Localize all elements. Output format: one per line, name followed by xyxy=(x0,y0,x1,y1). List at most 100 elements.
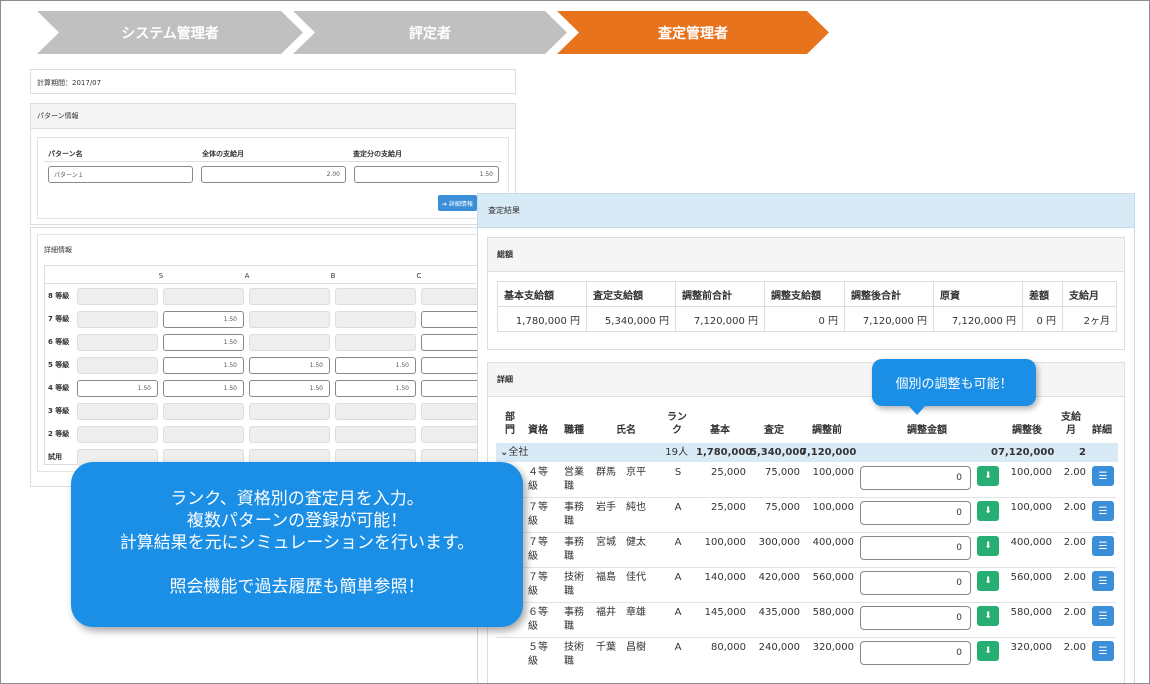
step-evaluator[interactable]: 評定者 xyxy=(293,11,567,54)
summary-header: 支給月 xyxy=(1062,281,1117,307)
screenshot-frame: システム管理者 評定者 査定管理者 計算期間：2017/07 パターン情報 パタ… xyxy=(0,0,1150,684)
grid-cell[interactable] xyxy=(77,311,158,328)
grid-cell[interactable]: 1.50 xyxy=(77,380,158,397)
list-icon[interactable]: ☰ xyxy=(1092,501,1114,521)
row-month: 2.00 xyxy=(1063,642,1086,653)
row-grade: ６等級 xyxy=(528,607,548,632)
grid-cell[interactable] xyxy=(249,426,330,443)
grid-cell[interactable] xyxy=(335,403,416,420)
summary-value: 5,340,000 円 xyxy=(586,306,676,332)
list-icon[interactable]: ☰ xyxy=(1092,606,1114,626)
row-post: 400,000 xyxy=(1010,537,1052,548)
row-post: 100,000 xyxy=(1010,467,1052,478)
summary-table: 基本支給額 査定支給額 調整前合計 調整支給額 調整後合計 原資 差額 支給月 … xyxy=(497,281,1117,332)
group-pre: 7,120,000 xyxy=(800,447,857,458)
col-pattern-name: パターン名 xyxy=(48,150,83,158)
step-system-admin[interactable]: システム管理者 xyxy=(37,11,303,54)
summary-header: 原資 xyxy=(933,281,1023,307)
row-name: 群馬 京平 xyxy=(596,467,646,478)
detail-info-button[interactable]: ➔ 詳細情報 xyxy=(438,195,477,211)
grid-cell[interactable] xyxy=(77,334,158,351)
row-rank: A xyxy=(674,642,682,653)
pattern-name-input[interactable]: パターン１ xyxy=(48,166,193,183)
list-icon[interactable]: ☰ xyxy=(1092,571,1114,591)
row-job: 事務職 xyxy=(564,502,584,527)
adjust-input[interactable]: 0 xyxy=(860,571,971,595)
row-assess: 300,000 xyxy=(758,537,800,548)
row-base: 100,000 xyxy=(704,537,746,548)
download-icon[interactable]: ⬇ xyxy=(977,536,999,556)
download-icon[interactable]: ⬇ xyxy=(977,501,999,521)
grid-cell[interactable] xyxy=(77,403,158,420)
adjust-input[interactable]: 0 xyxy=(860,536,971,560)
header-pre: 調整前 xyxy=(812,425,842,436)
grid-cell[interactable] xyxy=(335,288,416,305)
grid-cell[interactable] xyxy=(335,426,416,443)
grid-cell[interactable] xyxy=(249,403,330,420)
row-post: 580,000 xyxy=(1010,607,1052,618)
grid-cell[interactable]: 1.50 xyxy=(249,357,330,374)
grid-cell[interactable]: 1.50 xyxy=(163,311,244,328)
grid-cell[interactable] xyxy=(335,311,416,328)
adjust-input[interactable]: 0 xyxy=(860,501,971,525)
row-job: 営業職 xyxy=(564,467,584,492)
row-month: 2.00 xyxy=(1063,502,1086,513)
result-panel: 査定結果 総額 基本支給額 査定支給額 調整前合計 調整支給額 調整後合計 原資… xyxy=(477,193,1135,683)
download-icon[interactable]: ⬇ xyxy=(977,571,999,591)
header-job: 職種 xyxy=(564,425,584,436)
row-rank: A xyxy=(674,537,682,548)
grid-cell[interactable] xyxy=(335,334,416,351)
row-name: 岩手 純也 xyxy=(596,502,646,513)
grid-cell[interactable]: 1.50 xyxy=(163,357,244,374)
row-rank: A xyxy=(674,572,682,583)
group-adj: 0 xyxy=(991,447,998,458)
grid-row-label: 7 等級 xyxy=(48,315,70,323)
adjust-input[interactable]: 0 xyxy=(860,641,971,665)
row-assess: 435,000 xyxy=(758,607,800,618)
adjust-input[interactable]: 0 xyxy=(860,466,971,490)
row-rank: A xyxy=(674,607,682,618)
row-post: 320,000 xyxy=(1010,642,1052,653)
list-icon[interactable]: ☰ xyxy=(1092,641,1114,661)
grid-cell[interactable] xyxy=(249,334,330,351)
grid-cell[interactable] xyxy=(77,288,158,305)
adjust-input[interactable]: 0 xyxy=(860,606,971,630)
total-month-input[interactable]: 2.00 xyxy=(201,166,346,183)
list-icon[interactable]: ☰ xyxy=(1092,536,1114,556)
row-month: 2.00 xyxy=(1063,607,1086,618)
summary-value: 7,120,000 円 xyxy=(844,306,934,332)
grid-cell[interactable] xyxy=(163,426,244,443)
header-grade: 資格 xyxy=(528,425,548,436)
grid-cell[interactable]: 1.50 xyxy=(163,380,244,397)
period-panel: 計算期間：2017/07 xyxy=(30,69,516,94)
group-label[interactable]: ⌄全社 xyxy=(500,446,528,460)
row-assess: 240,000 xyxy=(758,642,800,653)
header-name: 氏名 xyxy=(616,425,636,436)
download-icon[interactable]: ⬇ xyxy=(977,641,999,661)
period-label: 計算期間：2017/07 xyxy=(37,79,102,87)
summary-header: 差額 xyxy=(1022,281,1063,307)
grid-cell[interactable]: 1.50 xyxy=(249,380,330,397)
grid-cell[interactable]: 1.50 xyxy=(163,334,244,351)
grid-col-s: S xyxy=(158,272,164,280)
list-icon[interactable]: ☰ xyxy=(1092,466,1114,486)
header-assess: 査定 xyxy=(764,425,784,436)
download-icon[interactable]: ⬇ xyxy=(977,466,999,486)
grid-cell[interactable] xyxy=(77,357,158,374)
grid-cell[interactable] xyxy=(249,288,330,305)
assess-month-input[interactable]: 1.50 xyxy=(354,166,499,183)
detail-panel: 詳細 部門 資格 職種 氏名 ランク 基本 査定 調整前 調整金額 調整後 支給… xyxy=(487,362,1125,683)
step-assessment-admin[interactable]: 査定管理者 xyxy=(557,11,829,54)
grid-cell[interactable]: 1.50 xyxy=(335,357,416,374)
grid-col-c: C xyxy=(416,272,422,280)
grid-cell[interactable] xyxy=(249,311,330,328)
row-pre: 100,000 xyxy=(812,502,854,513)
callout-line: 複数パターンの登録が可能！ xyxy=(186,511,408,531)
download-icon[interactable]: ⬇ xyxy=(977,606,999,626)
row-grade: ７等級 xyxy=(528,502,548,527)
grid-cell[interactable]: 1.50 xyxy=(335,380,416,397)
grid-cell[interactable] xyxy=(77,426,158,443)
grid-cell[interactable] xyxy=(163,403,244,420)
header-rank: ランク xyxy=(667,412,687,436)
grid-cell[interactable] xyxy=(163,288,244,305)
